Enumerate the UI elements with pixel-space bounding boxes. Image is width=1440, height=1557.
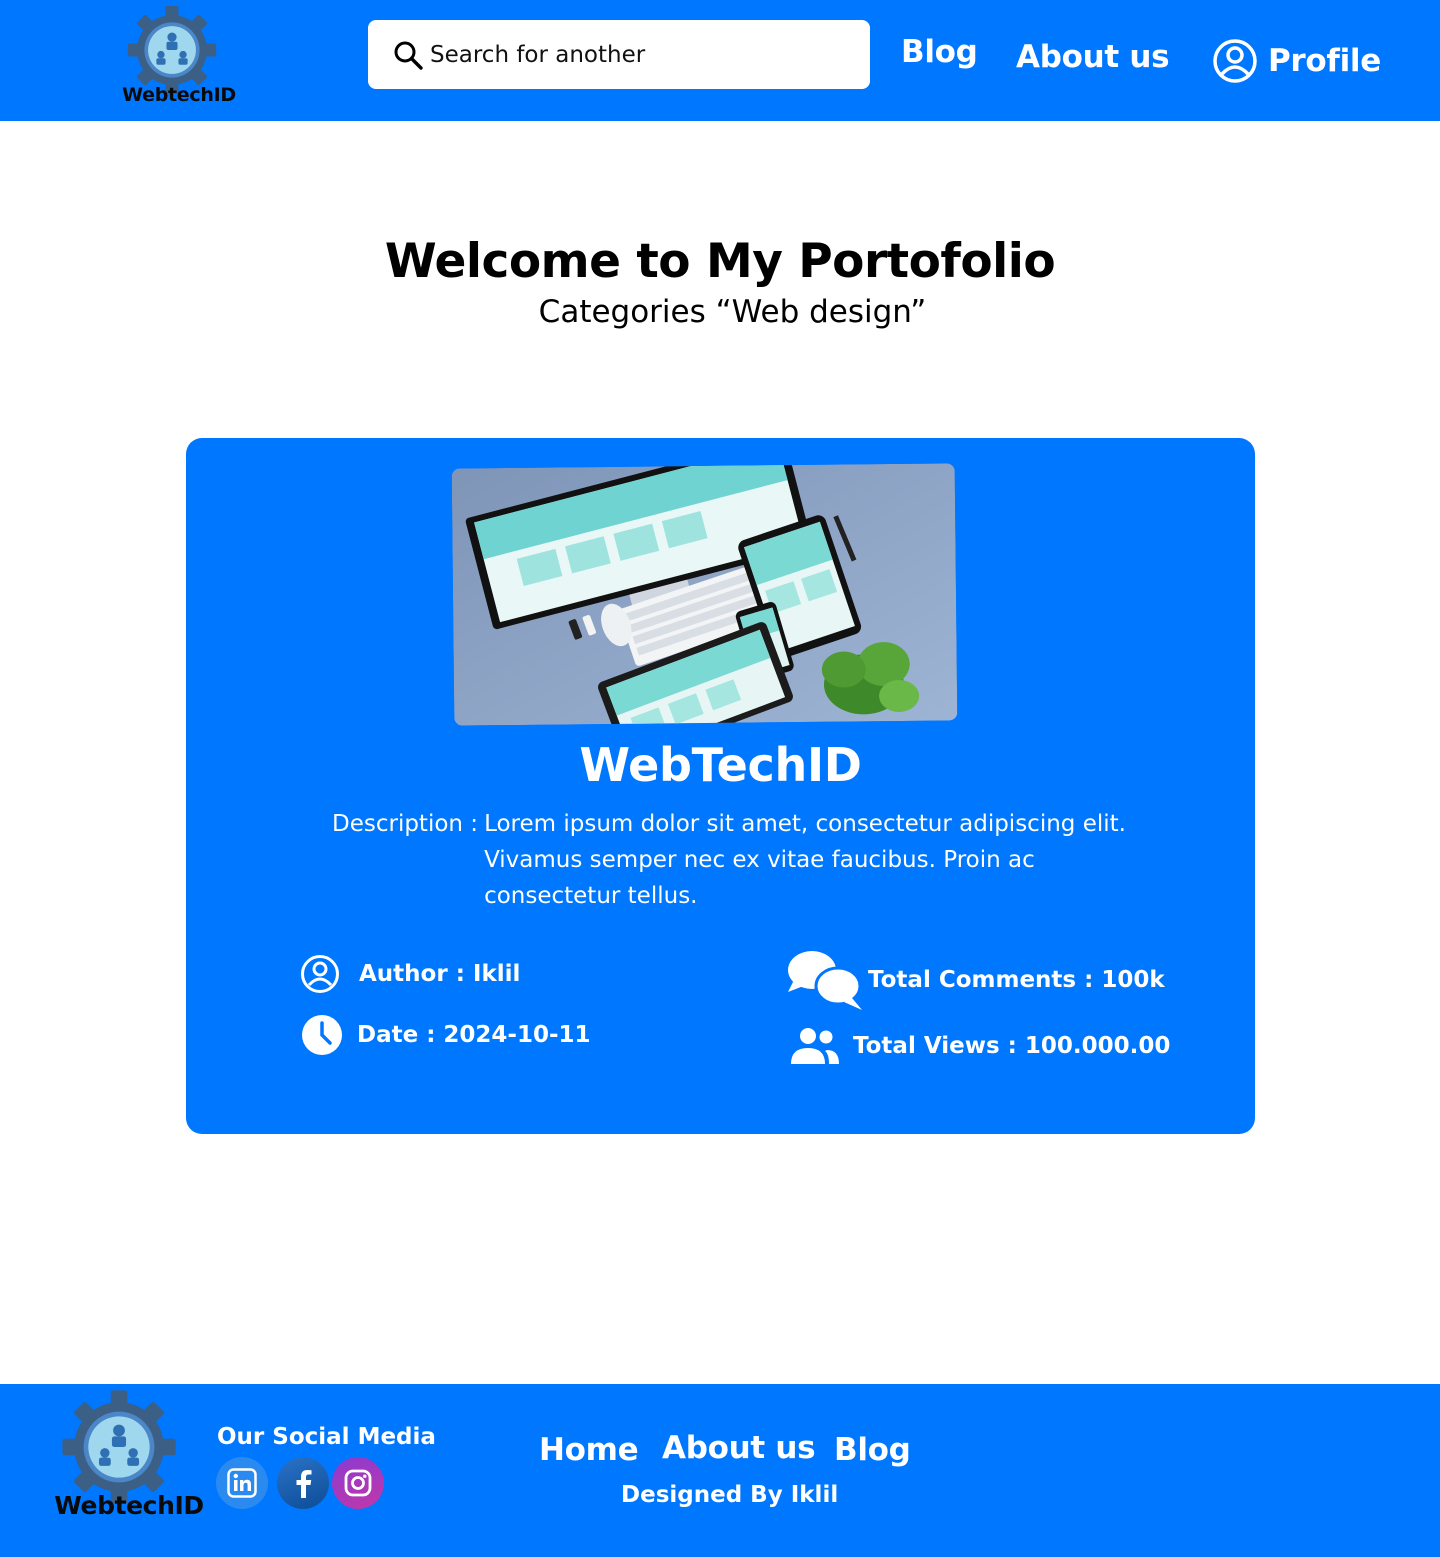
comments-meta: Total Comments : 100k [786,948,1165,1012]
author-meta: Author : Iklil [300,954,520,994]
footer-brand-logo[interactable]: WebtechID [52,1388,206,1524]
search-icon [394,41,423,70]
clock-icon [302,1015,342,1055]
comments-icon [788,951,862,1010]
date-meta: Date : 2024-10-11 [301,1014,591,1056]
footer-about-link[interactable]: About us [662,1430,816,1466]
author-text: Author : Iklil [359,961,521,987]
footer-blog-link[interactable]: Blog [834,1432,911,1468]
search-bar[interactable] [368,20,870,89]
nav-profile-link[interactable]: Profile [1212,38,1381,84]
description-label: Description : [332,811,479,837]
date-text: Date : 2024-10-11 [357,1022,591,1048]
user-circle-icon [1213,39,1257,83]
footer-credit: Designed By Iklil [621,1482,839,1508]
card-description: Description : Lorem ipsum dolor sit amet… [332,806,1162,914]
footer: WebtechID Our Social Media Home About us… [0,1384,1440,1557]
portfolio-card[interactable]: WebTechID Description : Lorem ipsum dolo… [186,438,1255,1134]
search-input[interactable] [430,41,850,68]
page-subtitle: Categories “Web design” [538,294,927,330]
header: WebtechID Blog About us Profile [0,0,1440,121]
instagram-link[interactable] [332,1457,384,1509]
nav-blog-link[interactable]: Blog [901,34,978,70]
linkedin-icon [227,1468,257,1498]
comments-text: Total Comments : 100k [868,967,1165,993]
footer-home-link[interactable]: Home [539,1432,639,1468]
social-title: Our Social Media [217,1424,436,1450]
footer-brand-name: WebtechID [54,1491,204,1520]
nav-about-link[interactable]: About us [1016,39,1170,75]
brand-name: WebtechID [122,84,236,106]
nav-profile-label: Profile [1268,43,1381,79]
views-text: Total Views : 100.000.00 [853,1033,1171,1059]
portfolio-image [451,463,958,726]
brand-logo[interactable]: WebtechID [120,4,238,106]
description-text: Lorem ipsum dolor sit amet, consectetur … [484,811,1126,909]
instagram-icon [344,1469,372,1497]
user-circle-icon [301,955,339,993]
card-title: WebTechID [579,738,862,792]
views-meta: Total Views : 100.000.00 [789,1026,1170,1066]
users-icon [791,1028,839,1064]
facebook-link[interactable] [277,1457,329,1509]
facebook-icon [296,1470,312,1498]
gear-logo-icon [127,5,217,95]
gear-logo-icon [62,1390,176,1504]
linkedin-link[interactable] [216,1457,268,1509]
page-title: Welcome to My Portofolio [384,234,1056,289]
